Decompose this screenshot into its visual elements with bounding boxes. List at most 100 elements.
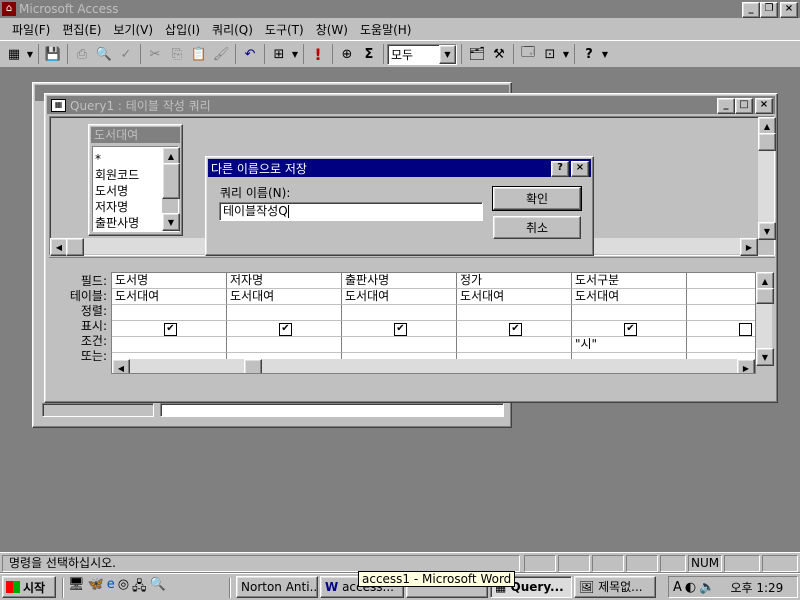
- internet-explorer-icon[interactable]: e: [107, 577, 115, 599]
- grid-cell-criteria[interactable]: [342, 337, 457, 353]
- help-icon[interactable]: ?: [578, 43, 600, 65]
- menu-view[interactable]: 보기(V): [107, 21, 159, 38]
- paste-icon[interactable]: 📋: [188, 43, 210, 65]
- close-button[interactable]: ×: [780, 2, 798, 18]
- grid-cell-table[interactable]: 도서대여: [457, 289, 572, 305]
- properties-icon[interactable]: 🗂: [466, 43, 488, 65]
- show-table-icon[interactable]: ⊕: [336, 43, 358, 65]
- menu-insert[interactable]: 삽입(I): [159, 21, 206, 38]
- pane-splitter[interactable]: [49, 257, 775, 261]
- show-checkbox[interactable]: [739, 323, 752, 336]
- table-field-list[interactable]: 도서대여 * 회원코드 도서명 저자명 출판사명 ▲ ▼: [88, 124, 183, 236]
- field-list-item[interactable]: 도서명: [95, 183, 161, 199]
- grid-cell-field[interactable]: [687, 273, 755, 289]
- grid-scroll-left-icon[interactable]: ◀: [112, 359, 130, 373]
- cut-icon[interactable]: ✂: [144, 43, 166, 65]
- antivirus-icon[interactable]: ◐: [685, 580, 696, 595]
- cancel-button[interactable]: 취소: [493, 216, 581, 239]
- print-icon[interactable]: ⎙: [71, 43, 93, 65]
- help-dropdown-icon[interactable]: ▼: [600, 43, 610, 65]
- grid-hscroll[interactable]: ◀ ▶: [112, 359, 755, 373]
- search-icon[interactable]: 🔍: [150, 577, 166, 599]
- grid-vscroll[interactable]: ▲ ▼: [756, 272, 774, 366]
- clock[interactable]: 오후 1:29: [730, 579, 783, 596]
- grid-cell-sort[interactable]: [342, 305, 457, 321]
- database-window-icon[interactable]: 🗔: [517, 43, 539, 65]
- field-list-item[interactable]: 저자명: [95, 199, 161, 215]
- query-minimize-button[interactable]: _: [717, 98, 735, 114]
- grid-cell-criteria[interactable]: [457, 337, 572, 353]
- grid-cell-criteria[interactable]: [687, 337, 755, 353]
- grid-scroll-right-icon[interactable]: ▶: [737, 359, 755, 373]
- grid-cell-show[interactable]: ✔: [457, 321, 572, 337]
- grid-cell-sort[interactable]: [457, 305, 572, 321]
- grid-cell-criteria[interactable]: "시": [572, 337, 687, 353]
- restore-button[interactable]: ❐: [760, 2, 778, 18]
- field-list-item[interactable]: *: [95, 151, 161, 167]
- grid-cell-field[interactable]: 출판사명: [342, 273, 457, 289]
- query-type-icon[interactable]: ⊞: [268, 43, 290, 65]
- start-button[interactable]: 시작: [2, 576, 56, 598]
- grid-cell-show[interactable]: ✔: [112, 321, 227, 337]
- grid-cell-sort[interactable]: [112, 305, 227, 321]
- dialog-close-button[interactable]: ×: [571, 161, 589, 177]
- print-preview-icon[interactable]: 🔍: [93, 43, 115, 65]
- dialog-help-button[interactable]: ?: [551, 161, 569, 177]
- grid-cell-field[interactable]: 저자명: [227, 273, 342, 289]
- task-norton[interactable]: Norton Anti...: [236, 576, 318, 598]
- grid-cell-show[interactable]: ✔: [572, 321, 687, 337]
- grid-cell-sort[interactable]: [227, 305, 342, 321]
- table-pane-vscroll[interactable]: ▲ ▼: [758, 117, 776, 240]
- outlook-icon[interactable]: 🦋: [88, 577, 104, 599]
- new-object-dropdown-icon[interactable]: ▼: [561, 43, 571, 65]
- menu-help[interactable]: 도움말(H): [354, 21, 418, 38]
- minimize-button[interactable]: _: [742, 2, 760, 18]
- combo-dropdown-icon[interactable]: ▼: [439, 44, 456, 64]
- query-close-button[interactable]: ×: [755, 98, 773, 114]
- field-list-item[interactable]: 출판사명: [95, 215, 161, 231]
- grid-cell-sort[interactable]: [687, 305, 755, 321]
- field-list-scroll-down-icon[interactable]: ▼: [162, 213, 180, 231]
- save-icon[interactable]: 💾: [42, 43, 64, 65]
- run-icon[interactable]: !: [307, 43, 329, 65]
- grid-cell-field[interactable]: 도서구분: [572, 273, 687, 289]
- grid-cell-criteria[interactable]: [112, 337, 227, 353]
- ime-icon[interactable]: A: [673, 580, 682, 595]
- network-icon[interactable]: 🖧: [132, 577, 147, 599]
- grid-cell-table[interactable]: 도서대여: [572, 289, 687, 305]
- grid-cell-show[interactable]: ✔: [227, 321, 342, 337]
- grid-cell-table[interactable]: 도서대여: [227, 289, 342, 305]
- task-untitled[interactable]: 🖼 제목없...: [574, 576, 656, 598]
- grid-cell-field[interactable]: 정가: [457, 273, 572, 289]
- menu-query[interactable]: 쿼리(Q): [206, 21, 259, 38]
- spelling-icon[interactable]: ✓: [115, 43, 137, 65]
- menu-edit[interactable]: 편집(E): [56, 21, 107, 38]
- grid-hscroll-thumb[interactable]: [244, 359, 262, 373]
- table-pane-scroll-right-icon[interactable]: ▶: [740, 238, 758, 256]
- grid-cell-sort[interactable]: [572, 305, 687, 321]
- show-checkbox[interactable]: ✔: [164, 323, 177, 336]
- grid-cell-show[interactable]: ✔: [342, 321, 457, 337]
- menu-tools[interactable]: 도구(T): [259, 21, 310, 38]
- view-icon[interactable]: ▦: [3, 43, 25, 65]
- undo-icon[interactable]: ↶: [239, 43, 261, 65]
- channels-icon[interactable]: ◎: [118, 577, 129, 599]
- grid-scroll-down-icon[interactable]: ▼: [756, 348, 774, 366]
- grid-vscroll-thumb[interactable]: [756, 288, 774, 304]
- grid-cell-table[interactable]: [687, 289, 755, 305]
- query-maximize-button[interactable]: □: [735, 98, 753, 114]
- copy-icon[interactable]: ⎘: [166, 43, 188, 65]
- desktop-icon[interactable]: 🖥: [68, 577, 85, 599]
- table-pane-hscroll-thumb[interactable]: [66, 238, 84, 256]
- table-pane-vscroll-thumb[interactable]: [758, 133, 776, 151]
- show-checkbox[interactable]: ✔: [279, 323, 292, 336]
- field-list-scroll-thumb[interactable]: [162, 163, 180, 199]
- field-list-scrollbar[interactable]: ▲ ▼: [162, 147, 180, 231]
- table-pane-scroll-down-icon[interactable]: ▼: [758, 222, 776, 240]
- grid-cell-criteria[interactable]: [227, 337, 342, 353]
- show-checkbox[interactable]: ✔: [509, 323, 522, 336]
- totals-icon[interactable]: Σ: [358, 43, 380, 65]
- field-list-item[interactable]: 회원코드: [95, 167, 161, 183]
- format-painter-icon[interactable]: 🖌: [210, 43, 232, 65]
- new-object-icon[interactable]: ⊡: [539, 43, 561, 65]
